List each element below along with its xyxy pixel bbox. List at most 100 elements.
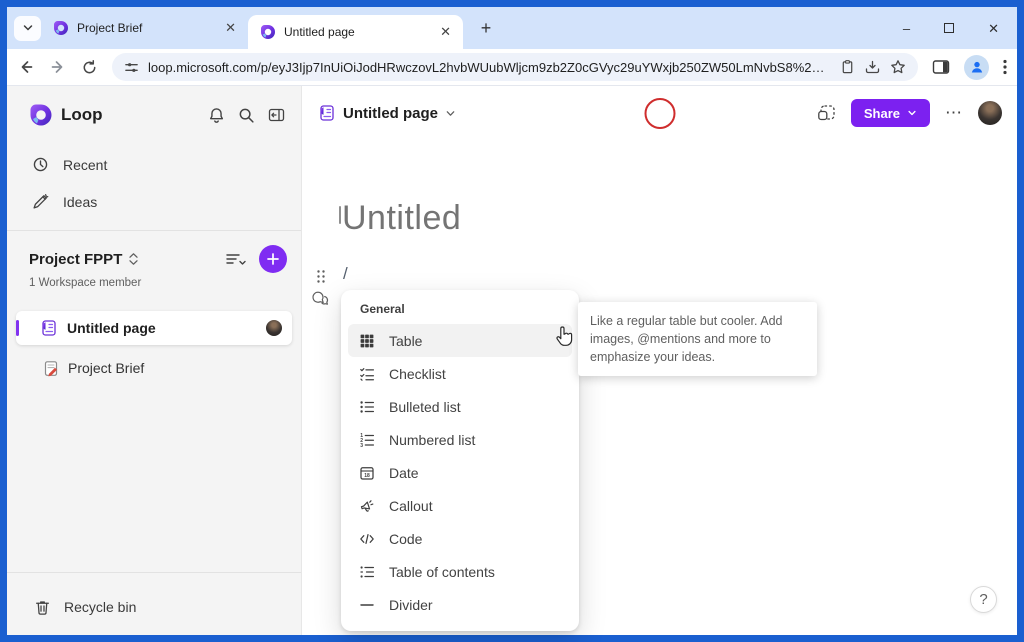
tab-title: Untitled page [284,25,428,39]
menu-item-numbered-list[interactable]: 123 Numbered list [348,423,572,456]
numbered-list-icon: 123 [359,432,375,448]
share-label: Share [864,106,900,121]
browser-menu-button[interactable] [1003,59,1007,75]
menu-item-label: Code [389,531,422,547]
new-tab-button[interactable]: + [473,15,499,41]
bulleted-list-icon [359,399,375,415]
minimize-button[interactable]: – [903,22,910,35]
tab-close-button[interactable]: ✕ [221,18,240,38]
loop-page-icon [40,319,58,337]
page-label: Project Brief [68,360,144,376]
calendar-icon: 18 [359,465,375,481]
comment-icon [311,290,329,307]
browser-tab-project-brief[interactable]: Project Brief ✕ [41,11,248,45]
maximize-button[interactable] [944,23,954,33]
help-button[interactable]: ? [970,586,997,613]
sidebar-item-ideas[interactable]: Ideas [7,183,301,220]
collapse-sidebar-button[interactable] [268,107,285,123]
window-controls: – ✕ [903,22,1017,35]
page-heading[interactable]: Untitled [342,199,461,238]
workspace-name: Project FPPT [29,251,122,268]
clipboard-icon[interactable] [840,59,855,75]
loop-page-icon [318,104,336,122]
app-name: Loop [61,105,103,125]
sidebar-page-project-brief[interactable]: Project Brief [16,351,292,385]
chevron-down-icon [22,22,34,34]
back-button[interactable] [17,58,35,76]
menu-item-bulleted-list[interactable]: Bulleted list [348,390,572,423]
text-cursor [339,206,341,224]
site-settings-icon [124,60,139,75]
drag-handle[interactable] [315,269,327,284]
app-content: Loop Recent [7,86,1017,635]
slash-command-menu: General Table Checklist Bulleted list 12… [341,290,579,631]
tab-search-button[interactable] [14,16,41,41]
browser-window: Project Brief ✕ Untitled page ✕ + – ✕ lo… [0,0,1024,642]
browser-tab-untitled-page[interactable]: Untitled page ✕ [248,15,463,49]
menu-item-callout[interactable]: Callout [348,489,572,522]
chevron-down-icon [907,108,917,118]
svg-text:3: 3 [360,442,363,447]
menu-item-checklist[interactable]: Checklist [348,357,572,390]
megaphone-icon [359,498,375,514]
install-app-icon[interactable] [864,59,881,75]
forward-button[interactable] [49,58,67,76]
browser-profile-avatar[interactable] [964,55,989,80]
checklist-icon [359,366,375,382]
divider-icon [359,597,375,613]
presence-avatar[interactable] [644,98,675,129]
search-icon [238,107,255,124]
reload-icon [81,59,98,76]
back-arrow-icon [17,58,35,76]
menu-item-date[interactable]: 18 Date [348,456,572,489]
sidebar-divider [7,230,301,231]
more-options-button[interactable]: ⋯ [945,103,963,123]
svg-text:18: 18 [364,473,370,479]
clock-icon [32,156,49,173]
reload-button[interactable] [81,59,98,76]
new-page-button[interactable] [259,245,287,273]
sidebar-item-recent[interactable]: Recent [7,146,301,183]
menu-item-table-of-contents[interactable]: Table of contents [348,555,572,588]
url-text: loop.microsoft.com/p/eyJ3Ijp7InUiOiJodHR… [148,60,831,75]
recycle-bin-button[interactable]: Recycle bin [7,585,301,629]
table-tooltip: Like a regular table but cooler. Add ima… [578,302,817,376]
menu-section-label: General [348,298,572,324]
menu-item-code[interactable]: Code [348,522,572,555]
workspace-member-count: 1 Workspace member [7,277,301,289]
chevron-down-icon [445,108,456,119]
notifications-button[interactable] [208,107,225,124]
user-avatar[interactable] [978,101,1002,125]
tab-title: Project Brief [77,21,213,35]
tab-close-button[interactable]: ✕ [436,22,455,42]
member-avatar [266,320,282,336]
sidebar-page-untitled[interactable]: Untitled page [16,311,292,345]
sidebar-item-label: Recent [63,157,107,173]
trash-icon [34,599,51,616]
bookmark-star-icon[interactable] [890,59,906,75]
panel-collapse-icon [268,107,285,123]
menu-item-label: Bulleted list [389,399,461,415]
table-icon [359,333,375,349]
page-title-menu[interactable]: Untitled page [318,104,456,122]
menu-item-divider[interactable]: Divider [348,588,572,621]
recycle-bin-label: Recycle bin [64,599,136,615]
workspace-switcher[interactable]: Project FPPT [29,251,139,268]
menu-item-label: Table of contents [389,564,495,580]
pen-sparkle-icon [32,193,49,210]
loop-favicon [260,24,276,40]
side-panel-button[interactable] [932,59,950,75]
menu-item-label: Table [389,333,422,349]
search-button[interactable] [238,107,255,124]
view-options-button[interactable] [225,251,247,267]
page-label: Untitled page [67,320,156,336]
share-button[interactable]: Share [851,99,930,127]
menu-item-label: Callout [389,498,433,514]
menu-item-label: Checklist [389,366,446,382]
close-button[interactable]: ✕ [988,22,999,35]
copy-component-button[interactable] [817,104,836,122]
sort-filter-icon [225,251,247,267]
add-comment-button[interactable] [311,290,329,307]
address-bar[interactable]: loop.microsoft.com/p/eyJ3Ijp7InUiOiJodHR… [112,53,918,81]
menu-item-table[interactable]: Table [348,324,572,357]
